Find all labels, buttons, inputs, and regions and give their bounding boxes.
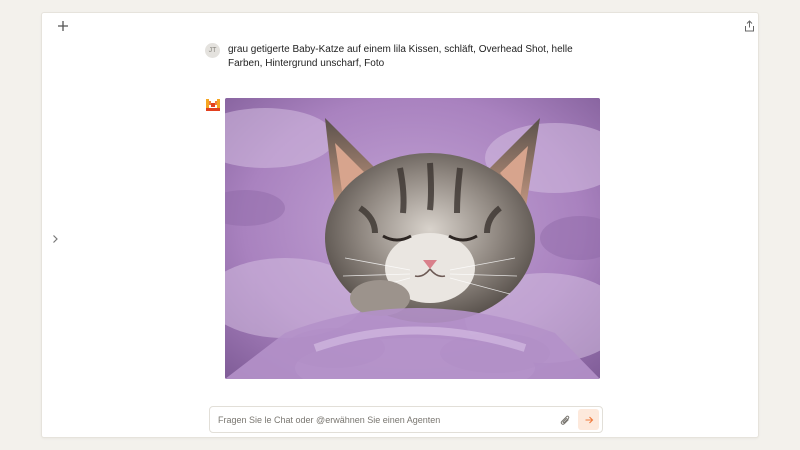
user-message: JT grau getigerte Baby-Katze auf einem l… — [205, 43, 605, 71]
chevron-right-icon — [52, 235, 58, 243]
send-button[interactable] — [578, 409, 599, 430]
new-chat-button[interactable] — [54, 17, 72, 35]
share-button[interactable] — [740, 17, 758, 35]
paperclip-icon — [560, 415, 569, 425]
chat-input[interactable] — [218, 407, 558, 432]
user-message-text: grau getigerte Baby-Katze auf einem lila… — [228, 44, 573, 69]
sidebar-toggle-button[interactable] — [48, 231, 62, 247]
kitten-photo — [225, 98, 600, 379]
chat-composer — [209, 406, 603, 433]
agent-logo-icon — [206, 99, 220, 111]
generated-image[interactable] — [225, 98, 600, 379]
avatar: JT — [205, 43, 220, 58]
plus-icon — [58, 21, 68, 31]
share-icon — [744, 20, 754, 32]
arrow-right-icon — [585, 416, 593, 423]
chat-window: JT grau getigerte Baby-Katze auf einem l… — [41, 12, 759, 438]
attach-button[interactable] — [558, 413, 572, 427]
